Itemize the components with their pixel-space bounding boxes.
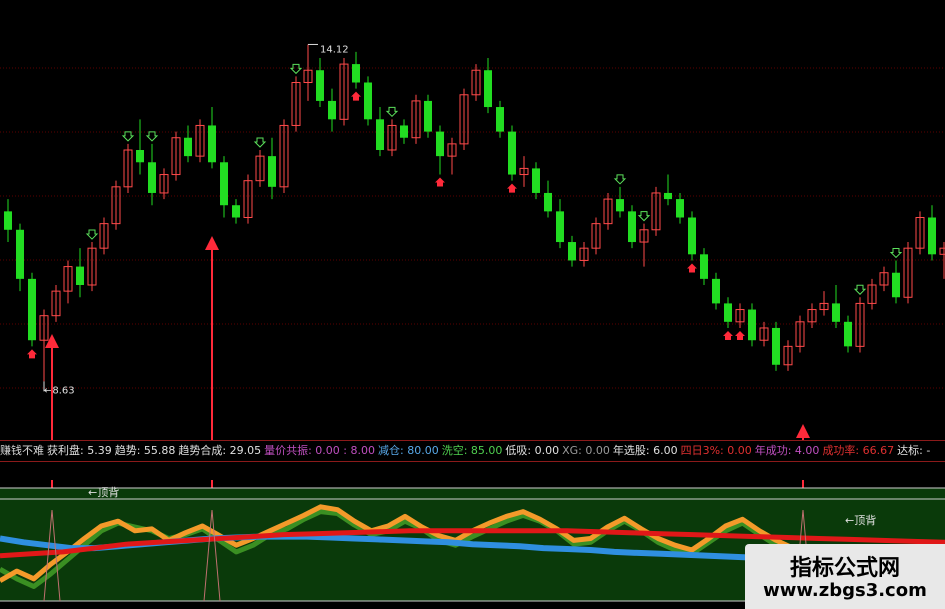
candle-body xyxy=(4,211,12,230)
sell-signal-icon xyxy=(145,131,159,142)
status-item: 年选股: 6.00 xyxy=(612,444,678,457)
candle-body xyxy=(436,131,444,157)
candle-body xyxy=(844,321,852,347)
sell-signal-icon xyxy=(121,131,135,142)
status-item: 低吸: 0.00 xyxy=(505,444,560,457)
candle-body xyxy=(268,156,276,187)
candle-body xyxy=(424,100,432,132)
candle-body xyxy=(532,168,540,193)
candle-body xyxy=(928,217,936,255)
status-item: 量价共振: 0.00 : 8.00 xyxy=(264,444,375,457)
candle-body xyxy=(748,309,756,341)
candle-body xyxy=(676,199,684,218)
candle-body xyxy=(496,107,504,132)
candle-body xyxy=(400,125,408,138)
sell-signal-icon xyxy=(853,284,867,295)
low-price-label: ←8.63 xyxy=(44,385,75,396)
candle-body xyxy=(568,242,576,261)
status-item: 成功率: 66.67 xyxy=(822,444,895,457)
candle-body xyxy=(16,229,24,279)
candle-body xyxy=(628,211,636,243)
site-watermark: 指标公式网 www.zbgs3.com xyxy=(745,544,945,609)
top-divergence-label: ←顶背 xyxy=(845,513,876,527)
status-item: 趋势: 55.88 xyxy=(114,444,176,457)
sell-signal-icon xyxy=(85,229,99,240)
candle-body xyxy=(328,100,336,120)
status-item: 减仓: 80.00 xyxy=(378,444,439,457)
main-price-chart[interactable]: 14.12 ←8.63 xyxy=(0,0,945,440)
indicator-status-bar: 赚钱不难 获利盘: 5.39 趋势: 55.88 趋势合成: 29.05 量价共振: 0… xyxy=(0,440,945,462)
status-item: 年成功: 4.00 xyxy=(754,444,820,457)
high-price-label: 14.12 xyxy=(320,44,349,55)
candle-body xyxy=(376,119,384,150)
candle-body xyxy=(724,303,732,322)
candle-body xyxy=(832,303,840,322)
candle-body xyxy=(136,150,144,163)
buy-signal-icon xyxy=(435,177,445,187)
candle-body xyxy=(364,82,372,120)
sell-signal-icon xyxy=(613,174,627,185)
status-item: 赚钱不难 xyxy=(0,444,44,457)
watermark-title: 指标公式网 xyxy=(789,556,900,581)
candle-body xyxy=(508,131,516,175)
buy-signal-icon xyxy=(735,330,745,340)
candle-body xyxy=(484,70,492,108)
buy-arrow-icon xyxy=(796,424,810,438)
sell-signal-icon xyxy=(253,137,267,148)
buy-signal-icon xyxy=(723,330,733,340)
buy-arrow-icon xyxy=(205,236,219,250)
candle-body xyxy=(700,254,708,279)
status-item: 趋势合成: 29.05 xyxy=(178,444,262,457)
candle-body xyxy=(220,162,228,206)
status-item: 四日3%: 0.00 xyxy=(680,444,752,457)
candle-body xyxy=(148,162,156,193)
candle-body xyxy=(352,64,360,83)
buy-signal-icon xyxy=(27,349,37,359)
candle-body xyxy=(892,272,900,298)
status-item: 达标: - xyxy=(897,444,931,457)
buy-arrow-icon xyxy=(45,334,59,348)
candle-body xyxy=(232,205,240,218)
candle-body xyxy=(76,266,84,285)
candle-body xyxy=(556,211,564,243)
watermark-url: www.zbgs3.com xyxy=(763,580,927,601)
candle-body xyxy=(772,327,780,365)
buy-signal-icon xyxy=(351,91,361,101)
sell-signal-icon xyxy=(637,211,651,222)
candle-body xyxy=(28,278,36,341)
status-item: XG: 0.00 xyxy=(562,444,610,457)
buy-signal-icon xyxy=(687,263,697,273)
status-item: 获利盘: 5.39 xyxy=(47,444,112,457)
candle-body xyxy=(208,125,216,163)
top-divergence-label: ←顶背 xyxy=(88,485,119,499)
sell-signal-icon xyxy=(889,247,903,259)
candle-body xyxy=(616,199,624,212)
sell-signal-icon xyxy=(289,63,303,75)
sell-signal-icon xyxy=(385,106,399,118)
buy-signal-icon xyxy=(507,183,517,193)
candle-body xyxy=(184,137,192,157)
candle-body xyxy=(316,70,324,101)
status-item: 洗空: 85.00 xyxy=(441,444,503,457)
candle-body xyxy=(664,192,672,200)
candle-body xyxy=(544,192,552,212)
candle-body xyxy=(712,278,720,304)
candle-body xyxy=(688,217,696,255)
